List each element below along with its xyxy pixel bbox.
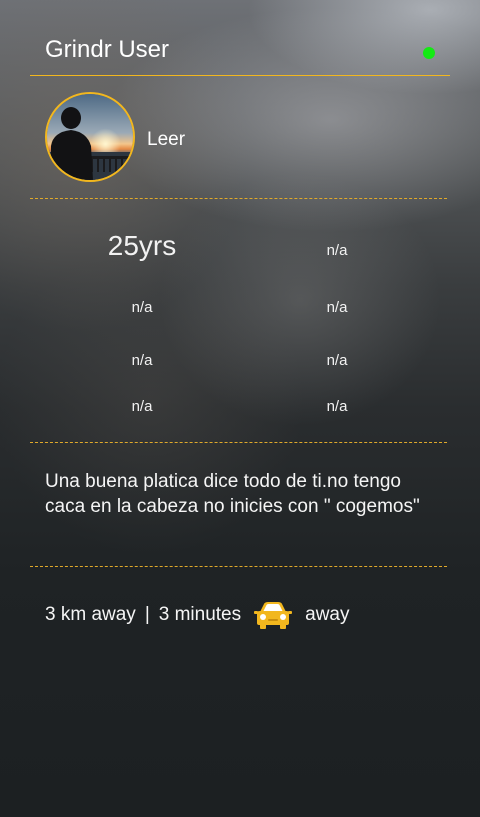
stat-value: n/a [131, 352, 153, 369]
divider [30, 566, 447, 567]
stat-value: n/a [326, 299, 348, 316]
read-button[interactable]: Leer [147, 129, 185, 151]
profile-bio: Una buena platica dice todo de ti.no ten… [45, 471, 420, 517]
avatar-photo [47, 94, 133, 180]
divider [30, 442, 447, 443]
avatar[interactable] [45, 92, 135, 182]
stat-value: n/a [326, 352, 348, 369]
stat-value: n/a [326, 242, 348, 259]
stat-value: n/a [131, 398, 153, 415]
age-stat: 25yrs [107, 230, 177, 261]
distance-suffix: away [305, 604, 350, 625]
distance-text: 3 km away [45, 604, 136, 625]
distance-separator: | [144, 604, 150, 625]
car-icon [252, 600, 294, 630]
stat-value: n/a [326, 398, 348, 415]
online-status-indicator [423, 47, 435, 59]
distance-row: 3 km away | 3 minutes away [45, 600, 349, 630]
profile-header: Grindr User [30, 22, 450, 76]
profile-name: Grindr User [45, 36, 170, 63]
travel-time-text: 3 minutes [158, 604, 242, 625]
divider [30, 198, 447, 199]
profile-card: Grindr User Leer 25yrs n/a n/a n/a n/a n… [0, 0, 480, 817]
stat-value: n/a [131, 299, 153, 316]
